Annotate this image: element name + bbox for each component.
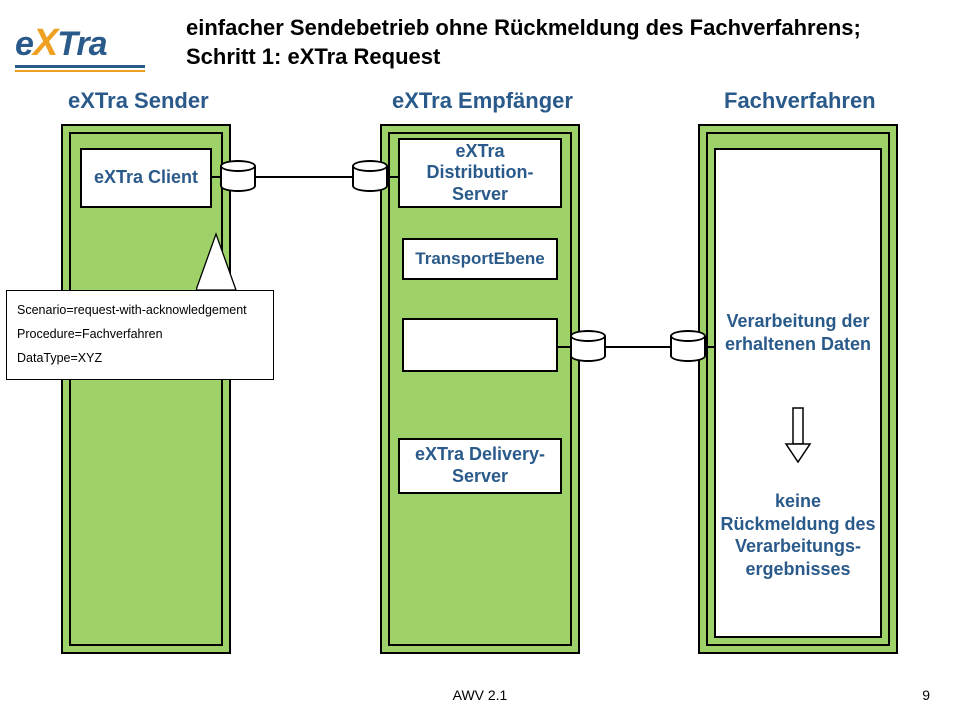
connector-line — [606, 346, 670, 348]
footer-label: AWV 2.1 — [0, 687, 960, 703]
slide-title: einfacher Sendebetrieb ohne Rückmeldung … — [186, 14, 886, 71]
database-cylinder-icon — [220, 160, 256, 192]
logo-letter-x: X — [33, 22, 57, 64]
extra-logo: eXTra — [15, 18, 155, 68]
logo-underline — [15, 65, 145, 68]
datatype-line: DataType=XYZ — [17, 347, 263, 371]
fach-verarbeitung-text: Verarbeitung der erhaltenen Daten — [720, 310, 876, 355]
scenario-line: Scenario=request-with-acknowledgement — [17, 299, 263, 323]
extra-client-box: eXTra Client — [80, 148, 212, 208]
connector-line — [256, 176, 352, 178]
distribution-server-box: eXTra Distribution-Server — [398, 138, 562, 208]
database-cylinder-icon — [352, 160, 388, 192]
scenario-parameters-box: Scenario=request-with-acknowledgement Pr… — [6, 290, 274, 380]
logo-underline-orange — [15, 70, 145, 72]
logo-letters-tra: Tra — [57, 25, 106, 63]
sender-column-inner — [69, 132, 223, 646]
callout-pointer-icon — [196, 232, 256, 292]
delivery-server-box: eXTra Delivery-Server — [398, 438, 562, 494]
page-number: 9 — [922, 687, 930, 703]
logo-letter-e: e — [15, 25, 33, 63]
transport-empty-box — [402, 318, 558, 372]
connector-line — [706, 346, 716, 348]
empfaenger-column-inner — [388, 132, 572, 646]
connector-line — [388, 176, 398, 178]
transport-ebene-box: TransportEbene — [402, 238, 558, 280]
column-label-empfaenger: eXTra Empfänger — [392, 88, 573, 114]
down-arrow-icon — [784, 406, 812, 466]
column-label-sender: eXTra Sender — [68, 88, 209, 114]
procedure-line: Procedure=Fachverfahren — [17, 323, 263, 347]
database-cylinder-icon — [570, 330, 606, 362]
database-cylinder-icon — [670, 330, 706, 362]
column-label-fachverfahren: Fachverfahren — [724, 88, 876, 114]
fach-keine-rueckmeldung-text: keine Rückmeldung des Verarbeitungs-erge… — [720, 490, 876, 580]
